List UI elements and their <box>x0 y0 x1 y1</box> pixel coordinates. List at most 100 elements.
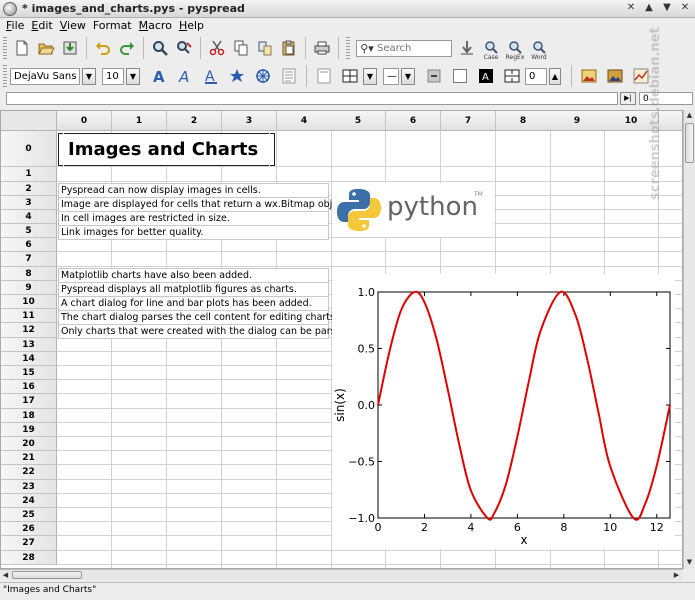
maximize-icon[interactable]: ▲ <box>643 2 655 14</box>
row-header[interactable]: 25 <box>1 508 57 522</box>
search-icon[interactable]: ⚲▾ <box>357 42 377 55</box>
match-case-toggle[interactable]: Case <box>480 37 502 61</box>
row-header[interactable]: 26 <box>1 522 57 536</box>
menu-help[interactable]: Help <box>177 18 209 34</box>
print-button[interactable] <box>311 37 333 59</box>
borders-button[interactable] <box>340 66 360 86</box>
row-header[interactable]: 12 <box>1 323 57 338</box>
spin-icon[interactable]: ▲ <box>549 67 561 85</box>
underline-button[interactable]: A <box>201 66 221 86</box>
menu-file[interactable]: File <box>4 18 29 34</box>
background-color-swatch[interactable] <box>453 69 467 83</box>
column-header[interactable]: 6 <box>386 111 441 131</box>
column-header[interactable]: 2 <box>167 111 222 131</box>
scroll-up-icon[interactable]: ▲ <box>684 110 695 121</box>
regexp-toggle[interactable]: RegEx <box>504 37 526 61</box>
row-header[interactable]: 19 <box>1 423 57 437</box>
whole-word-toggle[interactable]: Word <box>528 37 550 61</box>
cell-text[interactable]: Only charts that were created with the d… <box>58 324 351 339</box>
link-image-button[interactable] <box>605 66 625 86</box>
column-header[interactable]: 8 <box>496 111 551 131</box>
close-icon[interactable]: ✕ <box>625 2 637 14</box>
search-input[interactable] <box>377 42 449 54</box>
font-size-select[interactable]: 10 <box>102 67 124 85</box>
row-header[interactable]: 20 <box>1 437 57 451</box>
menu-edit[interactable]: Edit <box>29 18 57 34</box>
copy-result-button[interactable] <box>254 37 276 59</box>
row-header[interactable]: 13 <box>1 338 57 352</box>
column-header[interactable]: 9 <box>550 111 605 131</box>
cell-text[interactable]: A chart dialog for line and bar plots ha… <box>58 296 329 311</box>
row-header[interactable]: 3 <box>1 196 57 210</box>
cell-text[interactable]: Link images for better quality. <box>58 225 329 240</box>
menu-macro[interactable]: Macro <box>137 18 177 34</box>
row-header[interactable]: 8 <box>1 267 57 281</box>
find-button[interactable] <box>149 37 171 59</box>
cell-text[interactable]: Matplotlib charts have also been added. <box>58 268 329 283</box>
grid-corner[interactable] <box>1 111 57 131</box>
menu-view[interactable]: View <box>58 18 91 34</box>
italic-button[interactable]: A <box>175 66 195 86</box>
row-header[interactable]: 6 <box>1 238 57 252</box>
title-cell[interactable]: Images and Charts <box>58 133 275 166</box>
cell-text[interactable]: Pyspread can now display images in cells… <box>58 183 329 198</box>
row-header[interactable]: 15 <box>1 366 57 380</box>
scroll-left-icon[interactable]: ◀ <box>0 570 11 580</box>
justify-button[interactable] <box>279 66 299 86</box>
column-header[interactable]: 3 <box>222 111 277 131</box>
border-color-button[interactable] <box>424 66 444 86</box>
toolbar-grip[interactable] <box>3 65 7 87</box>
row-header[interactable]: 4 <box>1 210 57 224</box>
menu-format[interactable]: Format <box>91 18 137 34</box>
chevron-down-icon[interactable]: ▼ <box>401 67 415 85</box>
cell-text[interactable]: In cell images are restricted in size. <box>58 211 329 226</box>
column-header[interactable]: 4 <box>277 111 332 131</box>
toolbar-grip[interactable] <box>346 37 350 59</box>
toolbar-grip[interactable] <box>3 37 7 59</box>
row-header[interactable]: 21 <box>1 451 57 465</box>
cell-text[interactable]: Pyspread displays all matplotlib figures… <box>58 282 329 297</box>
formula-input[interactable] <box>6 92 618 105</box>
row-header[interactable]: 10 <box>1 295 57 309</box>
row-header[interactable]: 0 <box>1 131 57 167</box>
row-header[interactable]: 27 <box>1 536 57 551</box>
row-header[interactable]: 23 <box>1 480 57 494</box>
row-header[interactable]: 9 <box>1 281 57 295</box>
chevron-down-icon[interactable]: ▼ <box>126 67 140 85</box>
cell-text[interactable]: Image are displayed for cells that retur… <box>58 197 350 212</box>
column-header[interactable]: 1 <box>112 111 167 131</box>
vertical-scrollbar[interactable]: ▲ ▼ <box>683 110 695 569</box>
open-file-button[interactable] <box>35 37 57 59</box>
align-button[interactable] <box>314 66 334 86</box>
chevron-down-icon[interactable]: ▼ <box>363 67 377 85</box>
row-header[interactable]: 16 <box>1 380 57 394</box>
row-header[interactable]: 1 <box>1 167 57 182</box>
row-header[interactable]: 22 <box>1 465 57 480</box>
horizontal-scroll-thumb[interactable] <box>12 571 82 579</box>
row-header[interactable]: 18 <box>1 409 57 423</box>
row-header[interactable]: 14 <box>1 352 57 366</box>
close-window-icon[interactable]: ✕ <box>679 2 691 14</box>
save-button[interactable] <box>59 37 81 59</box>
row-header[interactable]: 17 <box>1 394 57 409</box>
row-header[interactable]: 11 <box>1 309 57 323</box>
scroll-right-icon[interactable]: ▶ <box>671 570 682 580</box>
bold-button[interactable]: A <box>149 66 169 86</box>
chevron-down-icon[interactable]: ▼ <box>82 67 96 85</box>
line-style-select[interactable]: — <box>383 67 399 85</box>
freeze-button[interactable] <box>253 66 273 86</box>
column-header[interactable]: 5 <box>331 111 386 131</box>
undo-button[interactable] <box>92 37 114 59</box>
search-button[interactable] <box>456 37 478 59</box>
cut-button[interactable] <box>206 37 228 59</box>
line-width-field[interactable]: 0 <box>525 67 547 85</box>
copy-button[interactable] <box>230 37 252 59</box>
find-replace-button[interactable] <box>173 37 195 59</box>
column-header[interactable]: 0 <box>57 111 112 131</box>
row-header[interactable]: 5 <box>1 224 57 238</box>
minimize-icon[interactable]: ▼ <box>661 2 673 14</box>
horizontal-scrollbar[interactable]: ◀ ▶ <box>0 569 683 580</box>
column-header[interactable]: 7 <box>441 111 496 131</box>
table-choice-icon[interactable]: ▶| <box>620 92 636 105</box>
row-header[interactable]: 24 <box>1 494 57 508</box>
